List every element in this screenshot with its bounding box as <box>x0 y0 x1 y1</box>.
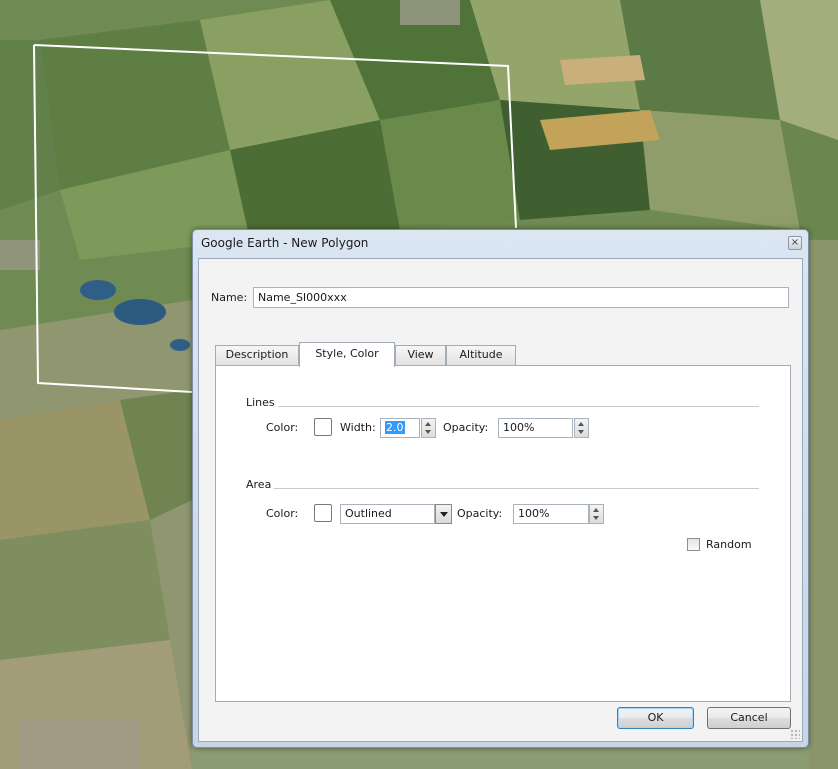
area-divider <box>274 488 759 489</box>
random-label: Random <box>706 538 752 551</box>
style-color-panel: Lines Color: Width: 2.0 Opacity: 100% Ar… <box>215 365 791 702</box>
tab-style-color[interactable]: Style, Color <box>299 342 395 367</box>
spin-up-icon <box>593 508 599 512</box>
line-width-input[interactable]: 2.0 <box>380 418 420 438</box>
title-bar[interactable]: Google Earth - New Polygon × <box>193 230 808 258</box>
spin-up-icon <box>578 422 584 426</box>
tab-description[interactable]: Description <box>215 345 299 365</box>
close-icon[interactable]: × <box>788 236 802 250</box>
cancel-button[interactable]: Cancel <box>707 707 791 729</box>
area-opacity-input[interactable]: 100% <box>513 504 589 524</box>
area-color-label: Color: <box>266 507 299 520</box>
spin-up-icon <box>425 422 431 426</box>
ok-button[interactable]: OK <box>617 707 694 729</box>
area-color-swatch[interactable] <box>314 504 332 522</box>
window-title: Google Earth - New Polygon <box>201 236 369 250</box>
line-opacity-input[interactable]: 100% <box>498 418 573 438</box>
line-opacity-label: Opacity: <box>443 421 489 434</box>
spin-down-icon <box>425 430 431 434</box>
tab-altitude[interactable]: Altitude <box>446 345 516 365</box>
area-opacity-spinner[interactable] <box>589 504 604 524</box>
tab-view[interactable]: View <box>395 345 446 365</box>
resize-grip-icon[interactable] <box>790 729 800 739</box>
new-polygon-dialog: Google Earth - New Polygon × Name: Name_… <box>192 229 809 748</box>
line-width-spinner[interactable] <box>421 418 436 438</box>
dialog-body: Name: Name_SI000xxx Description Style, C… <box>198 258 803 742</box>
line-width-value: 2.0 <box>385 421 405 434</box>
name-input[interactable]: Name_SI000xxx <box>253 287 789 308</box>
line-color-label: Color: <box>266 421 299 434</box>
random-checkbox[interactable] <box>687 538 700 551</box>
line-color-swatch[interactable] <box>314 418 332 436</box>
area-fill-dropdown[interactable] <box>435 504 452 524</box>
spin-down-icon <box>593 516 599 520</box>
line-opacity-spinner[interactable] <box>574 418 589 438</box>
area-fill-select[interactable]: Outlined <box>340 504 435 524</box>
area-opacity-label: Opacity: <box>457 507 503 520</box>
lines-divider <box>278 406 759 407</box>
area-group-label: Area <box>246 478 272 491</box>
spin-down-icon <box>578 430 584 434</box>
line-width-label: Width: <box>340 421 376 434</box>
lines-group-label: Lines <box>246 396 275 409</box>
name-label: Name: <box>211 291 248 304</box>
chevron-down-icon <box>440 512 448 517</box>
